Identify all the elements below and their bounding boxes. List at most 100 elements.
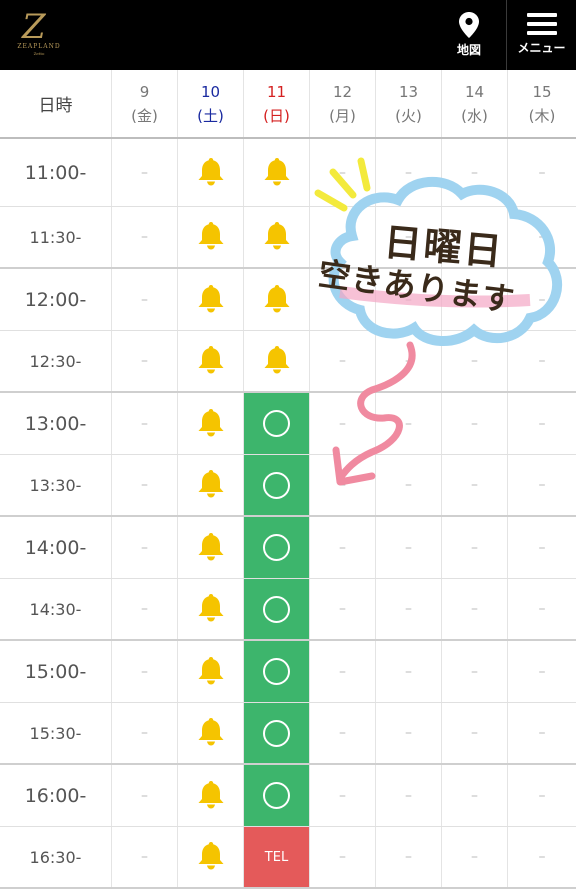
time-cell: 16:30- xyxy=(0,827,112,887)
dash-mark: – xyxy=(538,787,546,804)
circle-icon xyxy=(263,534,290,561)
time-cell: 16:00- xyxy=(0,765,112,826)
map-button[interactable]: 地図 xyxy=(436,0,502,70)
day-date: 15 xyxy=(532,82,552,101)
bell-icon xyxy=(197,220,225,254)
day-weekday: (水) xyxy=(461,106,488,125)
day-header: 11 (日) xyxy=(244,70,310,137)
slot-request[interactable] xyxy=(178,207,244,267)
slot-unavailable: – xyxy=(508,207,576,267)
slot-unavailable: – xyxy=(376,765,442,826)
bell-icon xyxy=(197,655,225,689)
slot-unavailable: – xyxy=(508,393,576,454)
slot-unavailable: – xyxy=(442,331,508,391)
slot-request[interactable] xyxy=(178,579,244,639)
dash-mark: – xyxy=(141,164,148,181)
dash-mark: – xyxy=(339,415,346,432)
menu-button[interactable]: メニュー xyxy=(506,0,576,70)
slot-request[interactable] xyxy=(178,269,244,330)
slot-request[interactable] xyxy=(178,455,244,515)
time-label: 12:30- xyxy=(29,351,82,371)
day-date: 14 xyxy=(464,82,485,101)
dash-mark: – xyxy=(405,725,412,741)
dash-mark: – xyxy=(405,849,412,865)
slot-request[interactable] xyxy=(178,517,244,578)
dash-mark: – xyxy=(339,787,346,804)
dash-mark: – xyxy=(339,725,346,741)
dash-mark: – xyxy=(538,477,546,493)
slot-request[interactable] xyxy=(178,393,244,454)
time-label: 11:30- xyxy=(29,227,82,247)
slot-unavailable: – xyxy=(376,703,442,763)
dash-mark: – xyxy=(339,353,346,369)
day-header: 13 (火) xyxy=(376,70,442,137)
time-label: 16:30- xyxy=(29,847,82,867)
bell-icon xyxy=(263,220,291,254)
slot-request[interactable] xyxy=(244,331,310,391)
slot-request[interactable] xyxy=(178,641,244,702)
slot-request[interactable] xyxy=(178,331,244,391)
slot-unavailable: – xyxy=(442,703,508,763)
slot-unavailable: – xyxy=(508,269,576,330)
bell-icon xyxy=(197,779,225,813)
day-header: 10 (土) xyxy=(178,70,244,137)
dash-mark: – xyxy=(471,849,478,865)
dash-mark: – xyxy=(471,787,478,804)
logo-letter: Z xyxy=(22,7,46,47)
bell-icon xyxy=(197,592,225,626)
slot-unavailable: – xyxy=(310,331,376,391)
table-row: 14:00- – – – – – xyxy=(0,517,576,579)
table-header-row: 日時 9 (金) 10 (土) 11 (日) 12 (月) 13 (火) 14 (水) 15 (木) xyxy=(0,70,576,139)
menu-label: メニュー xyxy=(517,41,566,55)
time-cell: 11:30- xyxy=(0,207,112,267)
slot-unavailable: – xyxy=(376,827,442,887)
dash-mark: – xyxy=(405,291,412,308)
time-cell: 14:00- xyxy=(0,517,112,578)
dash-mark: – xyxy=(405,477,412,493)
day-weekday: (土) xyxy=(197,106,224,125)
slot-unavailable: – xyxy=(376,641,442,702)
circle-icon xyxy=(263,658,290,685)
slot-request[interactable] xyxy=(244,269,310,330)
dash-mark: – xyxy=(141,787,148,804)
table-row: 12:00- – – – – – xyxy=(0,269,576,331)
slot-available[interactable] xyxy=(244,641,310,702)
dash-mark: – xyxy=(405,601,412,617)
slot-unavailable: – xyxy=(310,455,376,515)
slot-unavailable: – xyxy=(112,393,178,454)
slot-request[interactable] xyxy=(178,139,244,206)
slot-available[interactable] xyxy=(244,517,310,578)
slot-unavailable: – xyxy=(310,765,376,826)
table-row: 14:30- – – – – – xyxy=(0,579,576,641)
slot-request[interactable] xyxy=(244,207,310,267)
bell-icon xyxy=(197,283,225,317)
slot-available[interactable] xyxy=(244,703,310,763)
dash-mark: – xyxy=(339,663,346,680)
slot-unavailable: – xyxy=(112,703,178,763)
slot-request[interactable] xyxy=(178,703,244,763)
slot-available[interactable] xyxy=(244,579,310,639)
day-weekday: (日) xyxy=(263,106,290,125)
slot-unavailable: – xyxy=(508,765,576,826)
dash-mark: – xyxy=(141,415,148,432)
logo-sub-text: Zetto xyxy=(33,51,45,56)
time-label: 14:30- xyxy=(29,599,82,619)
slot-request[interactable] xyxy=(178,765,244,826)
dash-mark: – xyxy=(538,415,546,432)
circle-icon xyxy=(263,719,290,747)
slot-request[interactable] xyxy=(178,827,244,887)
slot-request[interactable] xyxy=(244,139,310,206)
slot-unavailable: – xyxy=(112,139,178,206)
dash-mark: – xyxy=(339,601,346,617)
time-label: 14:00- xyxy=(24,536,87,559)
brand-logo[interactable]: Z ZEAPLAND Zetto xyxy=(14,10,64,60)
slot-unavailable: – xyxy=(508,827,576,887)
slot-available[interactable] xyxy=(244,393,310,454)
day-header: 9 (金) xyxy=(112,70,178,137)
logo-brand-text: ZEAPLAND xyxy=(17,43,61,50)
slot-tel[interactable]: TEL xyxy=(244,827,310,887)
dash-mark: – xyxy=(141,601,148,617)
slot-available[interactable] xyxy=(244,455,310,515)
slot-available[interactable] xyxy=(244,765,310,826)
dash-mark: – xyxy=(538,229,546,245)
